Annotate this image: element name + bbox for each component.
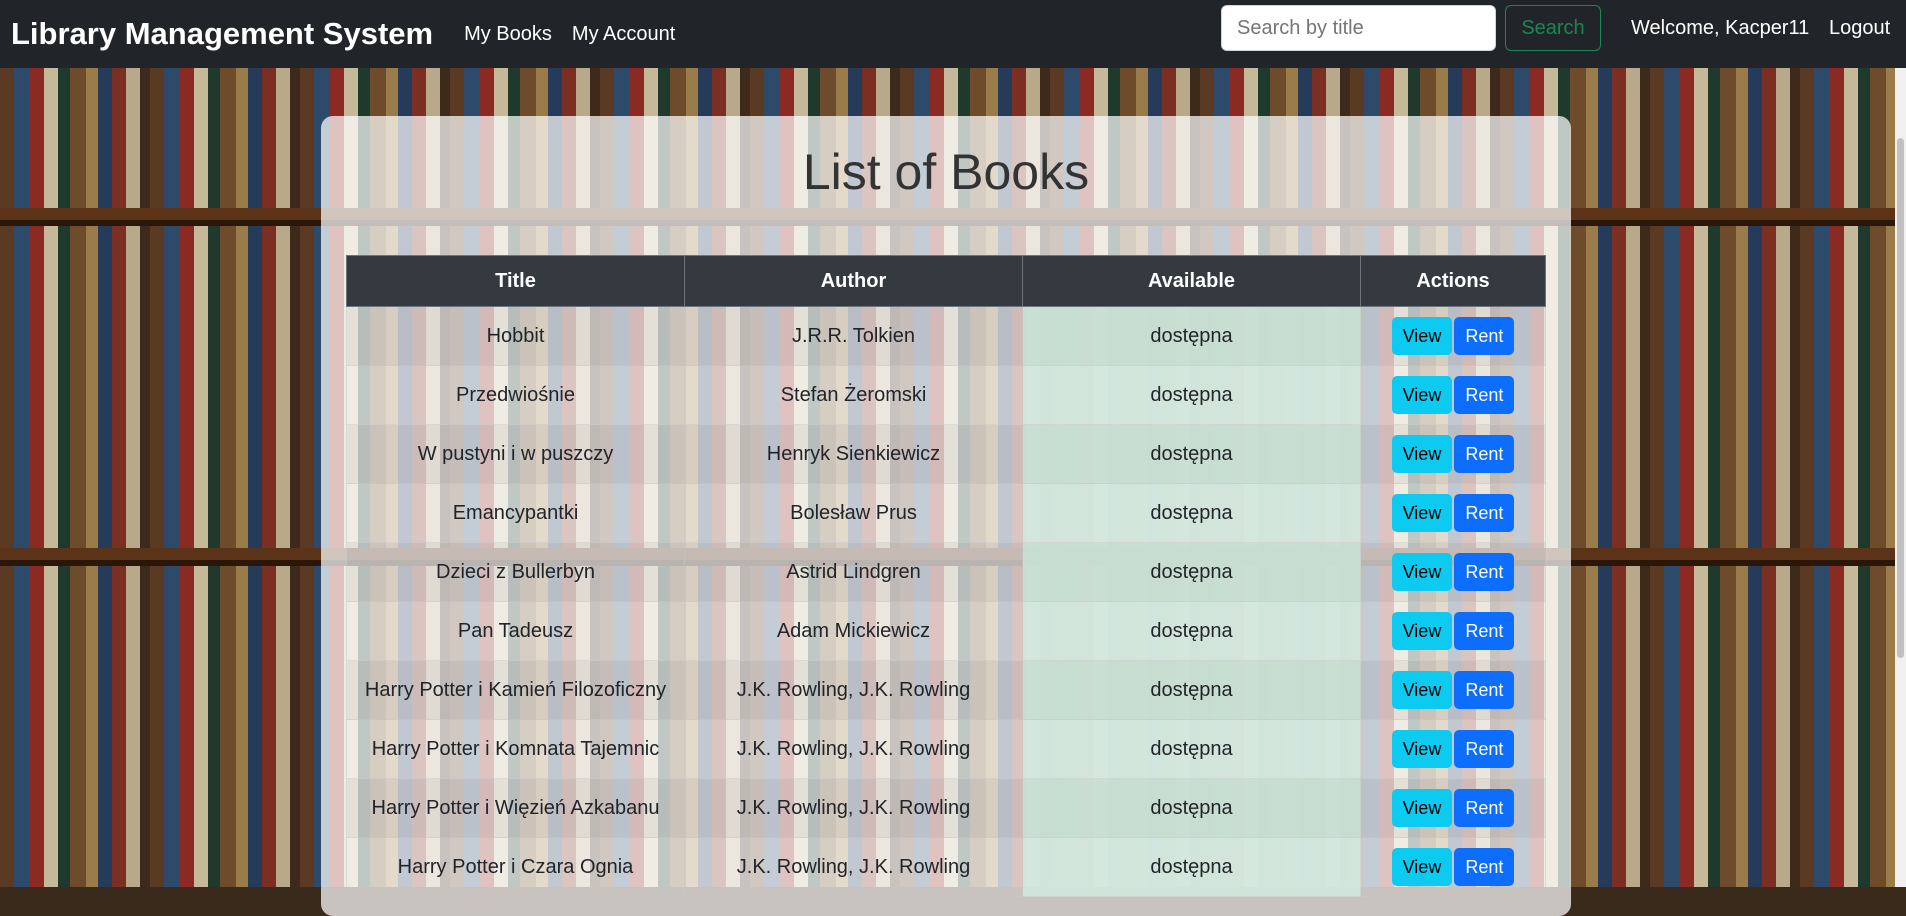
view-button[interactable]: View: [1391, 789, 1453, 827]
view-button[interactable]: View: [1391, 317, 1453, 355]
book-list-card: List of Books Title Author Available Act…: [321, 116, 1571, 916]
welcome-text: Welcome, Kacper11: [1631, 17, 1810, 39]
book-title-cell: Harry Potter i Czara Ognia: [346, 837, 685, 897]
book-title-cell: W pustyni i w puszczy: [346, 424, 685, 484]
view-button[interactable]: View: [1391, 553, 1453, 591]
book-actions-cell: View Rent: [1360, 483, 1546, 543]
table-row: Harry Potter i Więzień Azkabanu J.K. Row…: [346, 778, 1546, 838]
book-available-cell: dostępna: [1022, 365, 1361, 425]
book-author-cell: J.K. Rowling, J.K. Rowling: [684, 837, 1023, 897]
brand-title[interactable]: Library Management System: [11, 16, 433, 52]
rent-button[interactable]: Rent: [1454, 494, 1515, 532]
book-author-cell: Bolesław Prus: [684, 483, 1023, 543]
book-available-cell: dostępna: [1022, 660, 1361, 720]
book-title-cell: Pan Tadeusz: [346, 601, 685, 661]
table-row: Harry Potter i Czara Ognia J.K. Rowling,…: [346, 837, 1546, 897]
column-header-author: Author: [684, 255, 1023, 307]
rent-button[interactable]: Rent: [1454, 848, 1515, 886]
book-author-cell: J.K. Rowling, J.K. Rowling: [684, 778, 1023, 838]
book-actions-cell: View Rent: [1360, 601, 1546, 661]
book-available-cell: dostępna: [1022, 483, 1361, 543]
table-row: Dzieci z Bullerbyn Astrid Lindgren dostę…: [346, 542, 1546, 602]
view-button[interactable]: View: [1391, 848, 1453, 886]
rent-button[interactable]: Rent: [1454, 553, 1515, 591]
page-title: List of Books: [802, 144, 1090, 200]
book-actions-cell: View Rent: [1360, 306, 1546, 366]
book-title-cell: Harry Potter i Więzień Azkabanu: [346, 778, 685, 838]
book-author-cell: J.K. Rowling, J.K. Rowling: [684, 719, 1023, 779]
book-available-cell: dostępna: [1022, 719, 1361, 779]
book-title-cell: Harry Potter i Kamień Filozoficzny: [346, 660, 685, 720]
table-row: W pustyni i w puszczy Henryk Sienkiewicz…: [346, 424, 1546, 484]
view-button[interactable]: View: [1391, 376, 1453, 414]
table-row: Hobbit J.R.R. Tolkien dostępna View Rent: [346, 306, 1546, 366]
book-actions-cell: View Rent: [1360, 778, 1546, 838]
scrollbar[interactable]: [1895, 68, 1906, 887]
book-available-cell: dostępna: [1022, 601, 1361, 661]
books-table-body: Hobbit J.R.R. Tolkien dostępna View Rent …: [346, 306, 1546, 897]
rent-button[interactable]: Rent: [1454, 317, 1515, 355]
search-button[interactable]: Search: [1505, 5, 1601, 51]
table-row: Przedwiośnie Stefan Żeromski dostępna Vi…: [346, 365, 1546, 425]
scrollbar-thumb[interactable]: [1897, 138, 1904, 658]
table-row: Pan Tadeusz Adam Mickiewicz dostępna Vie…: [346, 601, 1546, 661]
book-author-cell: Stefan Żeromski: [684, 365, 1023, 425]
book-author-cell: Adam Mickiewicz: [684, 601, 1023, 661]
rent-button[interactable]: Rent: [1454, 376, 1515, 414]
navbar: Library Management System My Books My Ac…: [0, 0, 1906, 68]
book-actions-cell: View Rent: [1360, 719, 1546, 779]
search-input[interactable]: [1221, 5, 1496, 51]
rent-button[interactable]: Rent: [1454, 612, 1515, 650]
book-available-cell: dostępna: [1022, 542, 1361, 602]
column-header-available: Available: [1022, 255, 1361, 307]
book-author-cell: J.R.R. Tolkien: [684, 306, 1023, 366]
table-row: Harry Potter i Komnata Tajemnic J.K. Row…: [346, 719, 1546, 779]
book-available-cell: dostępna: [1022, 424, 1361, 484]
logout-link[interactable]: Logout: [1829, 17, 1890, 40]
book-actions-cell: View Rent: [1360, 837, 1546, 897]
book-available-cell: dostępna: [1022, 778, 1361, 838]
table-row: Harry Potter i Kamień Filozoficzny J.K. …: [346, 660, 1546, 720]
nav-my-books[interactable]: My Books: [464, 23, 552, 46]
book-title-cell: Przedwiośnie: [346, 365, 685, 425]
view-button[interactable]: View: [1391, 494, 1453, 532]
book-title-cell: Harry Potter i Komnata Tajemnic: [346, 719, 685, 779]
rent-button[interactable]: Rent: [1454, 671, 1515, 709]
book-available-cell: dostępna: [1022, 306, 1361, 366]
book-title-cell: Emancypantki: [346, 483, 685, 543]
table-row: Emancypantki Bolesław Prus dostępna View…: [346, 483, 1546, 543]
books-table: Title Author Available Actions Hobbit J.…: [346, 255, 1546, 897]
book-actions-cell: View Rent: [1360, 660, 1546, 720]
book-author-cell: Henryk Sienkiewicz: [684, 424, 1023, 484]
book-actions-cell: View Rent: [1360, 365, 1546, 425]
book-available-cell: dostępna: [1022, 837, 1361, 897]
rent-button[interactable]: Rent: [1454, 789, 1515, 827]
book-title-cell: Dzieci z Bullerbyn: [346, 542, 685, 602]
table-header-row: Title Author Available Actions: [346, 255, 1546, 307]
book-author-cell: J.K. Rowling, J.K. Rowling: [684, 660, 1023, 720]
book-actions-cell: View Rent: [1360, 542, 1546, 602]
book-actions-cell: View Rent: [1360, 424, 1546, 484]
nav-my-account[interactable]: My Account: [572, 23, 675, 46]
view-button[interactable]: View: [1391, 671, 1453, 709]
book-author-cell: Astrid Lindgren: [684, 542, 1023, 602]
book-title-cell: Hobbit: [346, 306, 685, 366]
rent-button[interactable]: Rent: [1454, 730, 1515, 768]
rent-button[interactable]: Rent: [1454, 435, 1515, 473]
column-header-title: Title: [346, 255, 685, 307]
view-button[interactable]: View: [1391, 612, 1453, 650]
view-button[interactable]: View: [1391, 730, 1453, 768]
column-header-actions: Actions: [1360, 255, 1546, 307]
view-button[interactable]: View: [1391, 435, 1453, 473]
